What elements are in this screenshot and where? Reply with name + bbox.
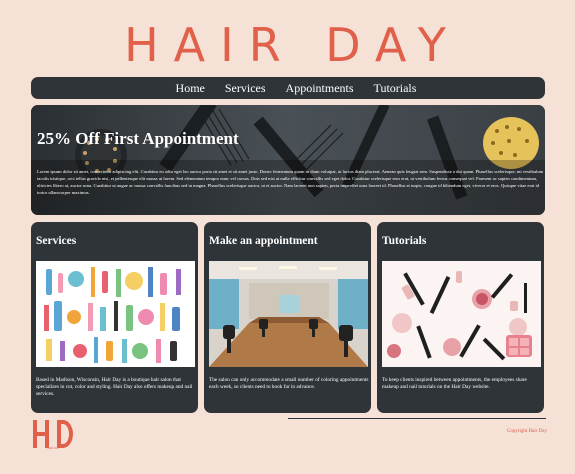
services-card: Services Based in Madison, Wisconsin, Ha… <box>31 222 198 413</box>
hero-banner: 25% Off First Appointment Lorem ipsum do… <box>31 105 545 215</box>
tutorials-card: Tutorials To keep clients inspired betwe… <box>377 222 544 413</box>
card-title-appointment: Make an appointment <box>209 235 318 247</box>
card-text-appointment: The salon can only accommodate a small n… <box>209 377 369 390</box>
footer-logo: HAIR DAY <box>33 420 73 450</box>
hero-body: Lorem ipsum dolor sit amet, consectetur … <box>37 169 544 195</box>
card-title-services: Services <box>36 235 77 247</box>
card-title-tutorials: Tutorials <box>382 235 427 247</box>
services-image <box>36 261 195 367</box>
card-text-tutorials: To keep clients inspired between appoint… <box>382 377 527 390</box>
hero-title: 25% Off First Appointment <box>37 129 239 148</box>
nav-services[interactable]: Services <box>225 81 266 96</box>
nav-home[interactable]: Home <box>176 81 205 96</box>
card-text-services: Based in Madison, Wisconsin, Hair Day is… <box>36 377 193 397</box>
footer-copyright: Copyright Hair Day <box>507 429 547 434</box>
site-title: HAIR DAY <box>124 18 461 72</box>
appointment-image <box>209 261 368 367</box>
hero-background-image <box>31 105 545 215</box>
appointment-card: Make an appointment The salon can only a… <box>204 222 371 413</box>
footer-divider <box>288 418 546 419</box>
footer-logo-small-text: HAIR DAY <box>47 446 60 450</box>
nav-appointments[interactable]: Appointments <box>286 81 354 96</box>
tutorials-image <box>382 261 541 367</box>
main-nav: Home Services Appointments Tutorials <box>31 77 545 99</box>
nav-tutorials[interactable]: Tutorials <box>374 81 417 96</box>
